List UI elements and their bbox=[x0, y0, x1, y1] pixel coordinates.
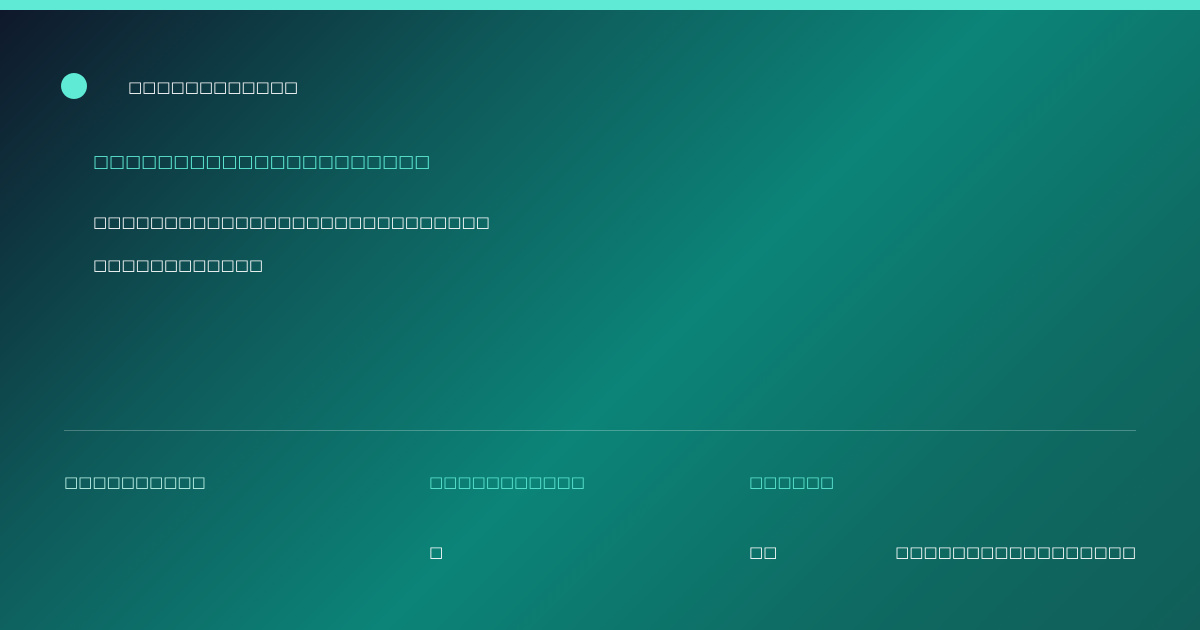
footer-label-2: □□□□□□□□□□□ bbox=[429, 473, 585, 491]
brand-name: □□□□□□□□□□□□ bbox=[128, 78, 299, 96]
footer-divider bbox=[64, 430, 1136, 431]
hero-description-line-1: □□□□□□□□□□□□□□□□□□□□□□□□□□□□ bbox=[93, 213, 490, 231]
footer-value-2: □ bbox=[429, 543, 444, 561]
footer-value-4: □□□□□□□□□□□□□□□□□ bbox=[895, 543, 1136, 561]
footer-label-3: □□□□□□ bbox=[749, 473, 835, 491]
footer-label-1: □□□□□□□□□□ bbox=[64, 473, 206, 491]
hero-headline: □□□□□□□□□□□□□□□□□□□□□ bbox=[93, 152, 431, 172]
top-accent-bar bbox=[0, 0, 1200, 10]
hero-description-line-2: □□□□□□□□□□□□ bbox=[93, 256, 264, 274]
footer-value-3: □□ bbox=[749, 543, 778, 561]
logo-dot-icon bbox=[61, 73, 87, 99]
